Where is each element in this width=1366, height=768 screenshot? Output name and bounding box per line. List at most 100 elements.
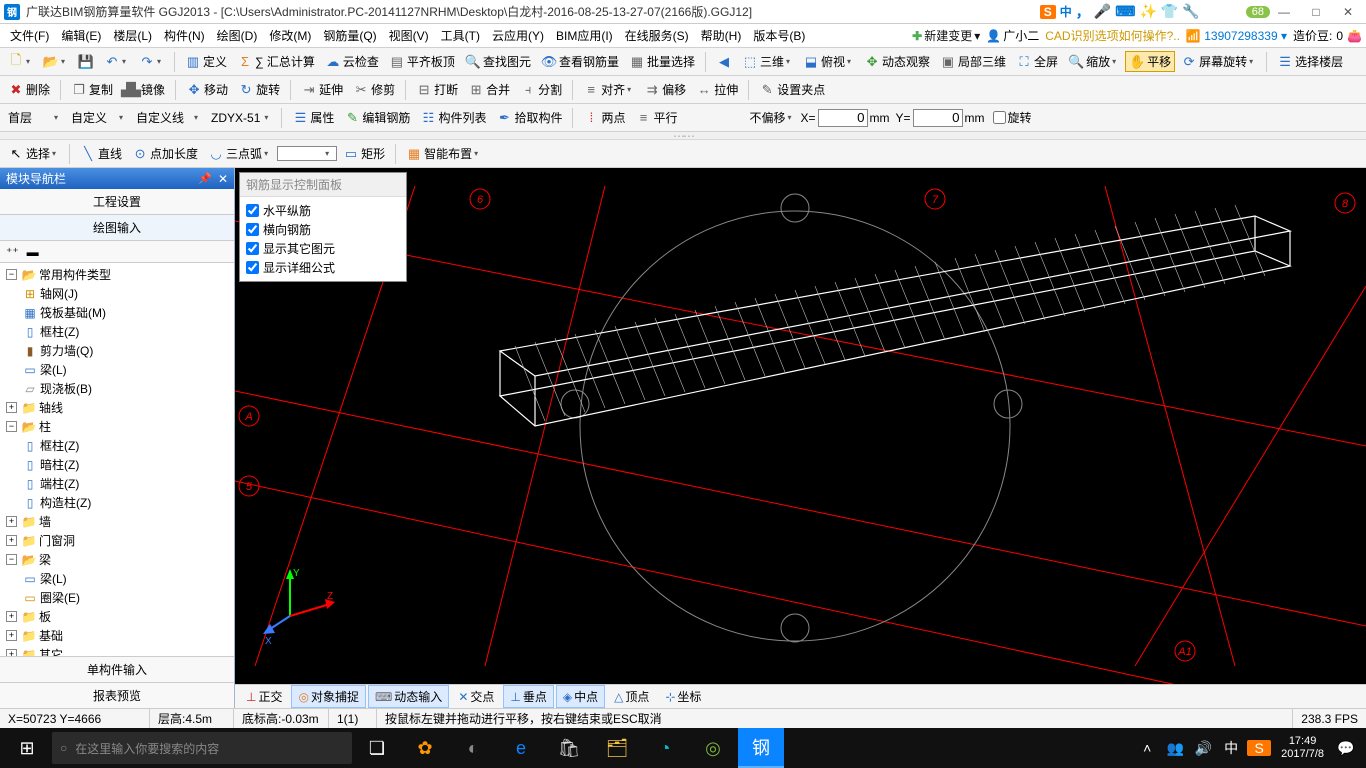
taskbar-app-3[interactable]: ◔ bbox=[642, 728, 688, 768]
vertex-toggle[interactable]: △顶点 bbox=[607, 685, 656, 708]
select-floor-button[interactable]: ☰选择楼层 bbox=[1273, 51, 1347, 72]
arc3-button[interactable]: ◡三点弧▾ bbox=[204, 143, 275, 164]
x-input[interactable] bbox=[818, 109, 868, 127]
user-account[interactable]: 👤广小二 bbox=[986, 27, 1039, 44]
rebar-display-panel[interactable]: 钢筋显示控制面板 水平纵筋 横向钢筋 显示其它图元 显示详细公式 bbox=[239, 172, 407, 282]
new-button[interactable]: 🗋▾ bbox=[4, 52, 37, 72]
y-input[interactable] bbox=[913, 109, 963, 127]
task-view-icon[interactable]: ❏ bbox=[354, 728, 400, 768]
taskbar-edge-icon[interactable]: e bbox=[498, 728, 544, 768]
find-view-button[interactable]: 🔍查找图元 bbox=[461, 51, 535, 72]
component-list-button[interactable]: ☷构件列表 bbox=[416, 107, 490, 128]
trim-button[interactable]: ✂修剪 bbox=[349, 79, 399, 100]
type-select[interactable]: 自定义线▾ bbox=[132, 107, 205, 128]
layer-select[interactable]: 自定义▾ bbox=[67, 107, 130, 128]
green-badge[interactable]: 68 bbox=[1246, 6, 1270, 18]
close-button[interactable]: ✕ bbox=[1334, 3, 1362, 21]
local-3d-button[interactable]: ▣局部三维 bbox=[936, 51, 1010, 72]
midpoint-toggle[interactable]: ◈中点 bbox=[556, 685, 605, 708]
start-button[interactable]: ⊞ bbox=[4, 728, 50, 768]
smart-layout-button[interactable]: ▦智能布置▾ bbox=[402, 143, 485, 164]
break-button[interactable]: ⊟打断 bbox=[412, 79, 462, 100]
opt-show-detail[interactable]: 显示详细公式 bbox=[246, 258, 400, 277]
drawing-canvas[interactable]: A 5 6 7 8 A1 Y Z X 钢筋显示控制面板 bbox=[235, 168, 1366, 684]
cad-help-link[interactable]: CAD识别选项如何操作?.. bbox=[1045, 27, 1180, 44]
menu-floor[interactable]: 楼层(L) bbox=[107, 27, 158, 44]
prev-view-button[interactable]: ◀ bbox=[712, 52, 736, 72]
zoom-button[interactable]: 🔍缩放▾ bbox=[1064, 51, 1123, 72]
line-button[interactable]: ╲直线 bbox=[76, 143, 126, 164]
tray-volume-icon[interactable]: 🔊 bbox=[1191, 740, 1215, 757]
copy-button[interactable]: ❐复制 bbox=[67, 79, 117, 100]
select-button[interactable]: ↖选择▾ bbox=[4, 143, 63, 164]
dynamic-view-button[interactable]: ✥动态观察 bbox=[860, 51, 934, 72]
dyninput-toggle[interactable]: ⌨动态输入 bbox=[368, 685, 449, 708]
arc-dropdown[interactable]: ▾ bbox=[277, 146, 337, 161]
expand-all-icon[interactable]: ⁺⁺ bbox=[6, 245, 19, 259]
minimize-button[interactable]: — bbox=[1270, 3, 1298, 21]
menu-tools[interactable]: 工具(T) bbox=[435, 27, 486, 44]
set-grip-button[interactable]: ✎设置夹点 bbox=[755, 79, 829, 100]
credit-bean[interactable]: 造价豆:0 👛 bbox=[1293, 27, 1362, 44]
opt-vertical-rebar[interactable]: 横向钢筋 bbox=[246, 220, 400, 239]
new-change-button[interactable]: ✚新建变更▾ bbox=[912, 27, 980, 44]
cloud-check-button[interactable]: ☁云检查 bbox=[321, 51, 383, 72]
align-button[interactable]: ≡对齐▾ bbox=[579, 79, 638, 100]
taskbar-ggj-icon[interactable]: 钢 bbox=[738, 728, 784, 768]
toolbar-grip[interactable] bbox=[0, 132, 1366, 140]
taskbar-app-4[interactable]: ◎ bbox=[690, 728, 736, 768]
move-button[interactable]: ✥移动 bbox=[182, 79, 232, 100]
menu-edit[interactable]: 编辑(E) bbox=[55, 27, 107, 44]
undo-button[interactable]: ↶▾ bbox=[100, 52, 133, 72]
menu-view[interactable]: 视图(V) bbox=[383, 27, 435, 44]
3d-button[interactable]: ⬚三维▾ bbox=[738, 51, 797, 72]
floor-select[interactable]: 首层▾ bbox=[4, 107, 65, 128]
fullscreen-button[interactable]: ⛶全屏 bbox=[1012, 51, 1062, 72]
taskbar-clock[interactable]: 17:492017/7/8 bbox=[1275, 735, 1330, 761]
coord-toggle[interactable]: ⊹坐标 bbox=[658, 685, 708, 708]
maximize-button[interactable]: □ bbox=[1302, 3, 1330, 21]
single-component-input-button[interactable]: 单构件输入 bbox=[0, 656, 234, 682]
save-button[interactable]: 💾 bbox=[74, 52, 98, 72]
tray-sogou-icon[interactable]: S bbox=[1247, 740, 1271, 756]
taskbar-explorer-icon[interactable]: 🗂 bbox=[594, 728, 640, 768]
menu-rebar[interactable]: 钢筋量(Q) bbox=[317, 27, 382, 44]
opt-horizontal-rebar[interactable]: 水平纵筋 bbox=[246, 201, 400, 220]
menu-online[interactable]: 在线服务(S) bbox=[619, 27, 695, 44]
menu-draw[interactable]: 绘图(D) bbox=[211, 27, 264, 44]
ortho-toggle[interactable]: ⊥正交 bbox=[239, 685, 289, 708]
opt-show-other[interactable]: 显示其它图元 bbox=[246, 239, 400, 258]
taskbar-app-1[interactable]: ✿ bbox=[402, 728, 448, 768]
draw-input-button[interactable]: 绘图输入 bbox=[0, 215, 234, 241]
menu-modify[interactable]: 修改(M) bbox=[263, 27, 317, 44]
batch-select-button[interactable]: ▦批量选择 bbox=[625, 51, 699, 72]
pick-component-button[interactable]: ✒拾取构件 bbox=[492, 107, 566, 128]
pin-icon[interactable]: 📌 bbox=[198, 172, 212, 185]
point-length-button[interactable]: ⊙点加长度 bbox=[128, 143, 202, 164]
open-button[interactable]: 📂▾ bbox=[39, 52, 72, 72]
menu-component[interactable]: 构件(N) bbox=[158, 27, 211, 44]
tray-ime-icon[interactable]: 中 bbox=[1219, 738, 1243, 758]
flat-roof-button[interactable]: ▤平齐板顶 bbox=[385, 51, 459, 72]
tray-people-icon[interactable]: 👥 bbox=[1163, 740, 1187, 757]
split-button[interactable]: ⫞分割 bbox=[516, 79, 566, 100]
stretch-button[interactable]: ↔拉伸 bbox=[692, 79, 742, 100]
menu-help[interactable]: 帮助(H) bbox=[695, 27, 748, 44]
taskbar-store-icon[interactable]: 🛍 bbox=[546, 728, 592, 768]
perpendicular-toggle[interactable]: ⊥垂点 bbox=[503, 685, 553, 708]
screen-rotate-button[interactable]: ⟳屏幕旋转▾ bbox=[1177, 51, 1260, 72]
sidebar-close-icon[interactable]: ✕ bbox=[218, 172, 228, 186]
menu-bim[interactable]: BIM应用(I) bbox=[550, 27, 619, 44]
lookdown-button[interactable]: ⬓俯视▾ bbox=[799, 51, 858, 72]
offset-button[interactable]: ⇉偏移 bbox=[640, 79, 690, 100]
phone-info[interactable]: 📶 13907298339 ▾ bbox=[1186, 29, 1287, 43]
tray-chevron-icon[interactable]: ˄ bbox=[1135, 740, 1159, 756]
menu-cloud[interactable]: 云应用(Y) bbox=[486, 27, 550, 44]
intersection-toggle[interactable]: ✕交点 bbox=[451, 685, 501, 708]
extend-button[interactable]: ⇥延伸 bbox=[297, 79, 347, 100]
component-select[interactable]: ZDYX-51▾ bbox=[207, 109, 275, 127]
define-button[interactable]: ▥定义 bbox=[181, 51, 231, 72]
component-tree[interactable]: −📂常用构件类型 ⊞轴网(J) ▦筏板基础(M) ▯框柱(Z) ▮剪力墙(Q) … bbox=[0, 263, 234, 656]
taskbar-search[interactable]: ○ 在这里输入你要搜索的内容 bbox=[52, 732, 352, 764]
view-rebar-button[interactable]: 👁查看钢筋量 bbox=[537, 51, 623, 72]
